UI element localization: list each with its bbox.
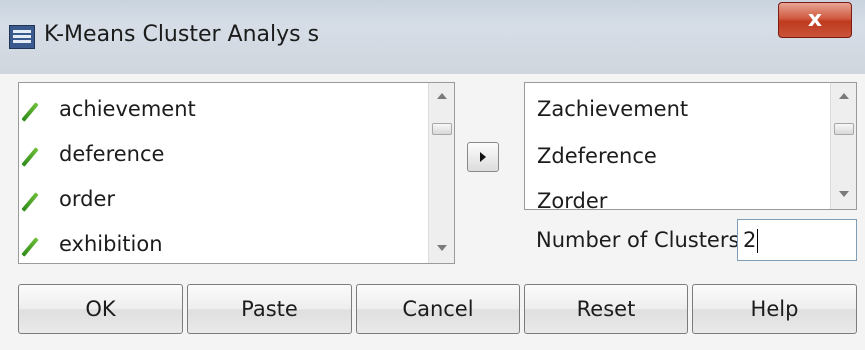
app-icon	[9, 25, 35, 49]
pencil-icon	[21, 192, 39, 212]
arrow-right-icon	[480, 152, 486, 162]
variable-label: deference	[59, 142, 165, 166]
selected-variable-label: Zorder	[537, 189, 608, 210]
selected-variable-label: Zachievement	[537, 97, 689, 121]
selected-variables-listbox[interactable]: Zachievement Zdeference Zorder	[524, 82, 857, 210]
number-of-clusters-input[interactable]: 2	[737, 219, 857, 261]
move-to-variables-button[interactable]	[467, 142, 499, 172]
pencil-icon	[21, 147, 39, 167]
variable-label: achievement	[59, 97, 196, 121]
scroll-up-icon[interactable]	[437, 93, 447, 99]
pencil-icon	[21, 237, 39, 257]
variable-label: order	[59, 187, 115, 211]
clusters-value: 2	[743, 228, 757, 252]
list-item[interactable]: order	[19, 181, 115, 217]
list-item[interactable]: Zorder	[525, 183, 608, 210]
selected-scrollbar[interactable]	[830, 83, 856, 209]
reset-button[interactable]: Reset	[524, 284, 688, 334]
scroll-thumb[interactable]	[834, 123, 854, 135]
window-title: K-Means Cluster Analys s	[44, 22, 320, 47]
text-caret	[757, 229, 759, 253]
pencil-icon	[21, 102, 39, 122]
help-button[interactable]: Help	[692, 284, 857, 334]
ok-button[interactable]: OK	[18, 284, 183, 334]
selected-variable-label: Zdeference	[537, 144, 657, 168]
scroll-up-icon[interactable]	[839, 93, 849, 99]
list-item[interactable]: Zachievement	[525, 91, 688, 127]
variable-label: exhibition	[59, 232, 163, 256]
variables-items: achievement deference order exhibition	[19, 83, 428, 263]
list-item[interactable]: exhibition	[19, 226, 163, 262]
scroll-down-icon[interactable]	[437, 245, 447, 251]
close-button[interactable]: x	[778, 2, 852, 38]
list-item[interactable]: Zdeference	[525, 138, 657, 174]
scroll-down-icon[interactable]	[839, 191, 849, 197]
scroll-thumb[interactable]	[432, 123, 452, 135]
variables-scrollbar[interactable]	[428, 83, 454, 263]
cancel-button[interactable]: Cancel	[356, 284, 520, 334]
selected-items: Zachievement Zdeference Zorder	[525, 83, 830, 209]
list-item[interactable]: achievement	[19, 91, 196, 127]
list-item[interactable]: deference	[19, 136, 164, 172]
title-bar: K-Means Cluster Analys s x	[0, 0, 865, 74]
number-of-clusters-label: Number of Clusters:	[536, 228, 747, 252]
variables-listbox[interactable]: achievement deference order exhibition	[18, 82, 455, 264]
paste-button[interactable]: Paste	[187, 284, 352, 334]
